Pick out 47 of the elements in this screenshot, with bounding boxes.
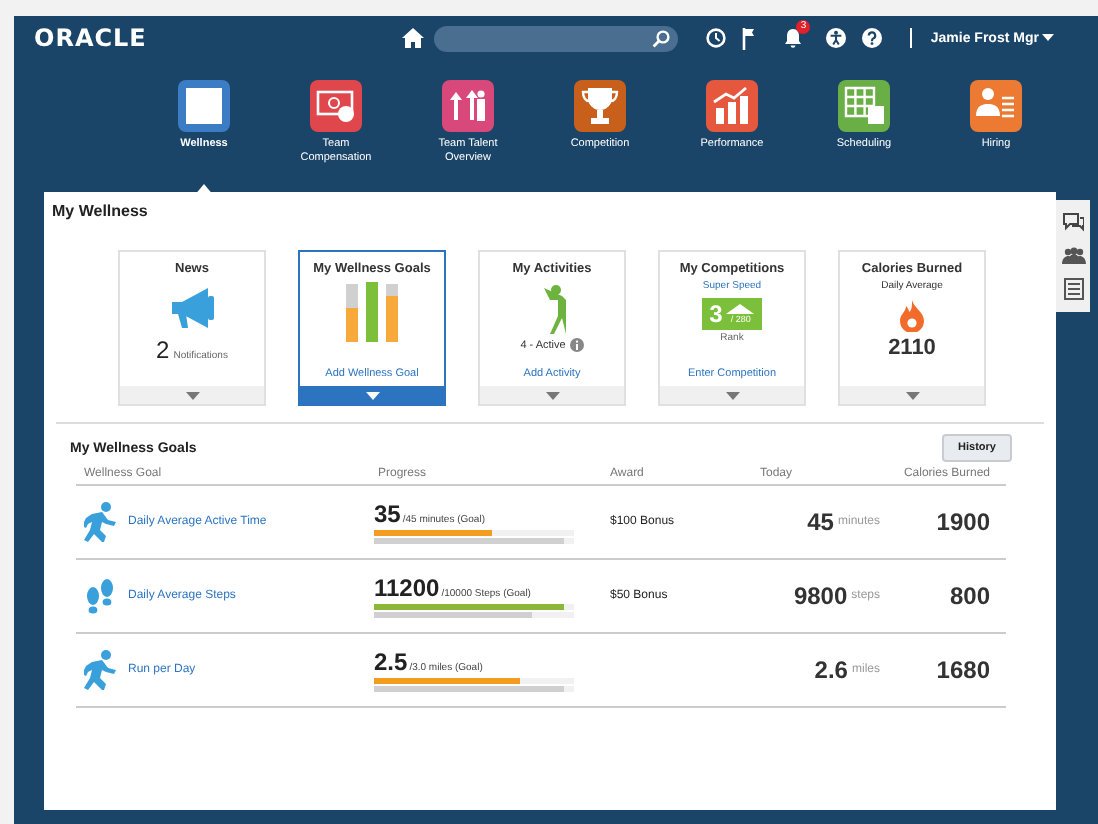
caret-icon <box>1042 34 1055 42</box>
help-icon[interactable] <box>862 28 883 48</box>
search-field[interactable] <box>434 25 679 51</box>
accessibility-icon[interactable] <box>826 28 847 48</box>
calories-value: 1680 <box>936 656 990 684</box>
rank-number: 3 <box>709 300 723 328</box>
app-tile-icon[interactable] <box>574 80 626 132</box>
chat-icon[interactable] <box>1062 211 1084 232</box>
progress-value: 11200 <box>374 574 440 602</box>
runner-icon <box>84 502 116 542</box>
people-icon[interactable] <box>1061 245 1085 264</box>
app-tile-icon[interactable] <box>970 80 1022 132</box>
section-title: My Wellness <box>50 202 150 220</box>
bar-chart-icon <box>344 282 400 342</box>
today-value: 45 <box>807 508 834 536</box>
app-tile-icon[interactable] <box>310 80 362 132</box>
today-value: 2.6 <box>814 656 848 684</box>
flame-icon <box>900 300 924 332</box>
app-tile-icon[interactable] <box>178 80 230 132</box>
clock-icon[interactable] <box>706 28 727 48</box>
caret-icon <box>905 391 919 399</box>
app-tile-icon[interactable] <box>838 80 890 132</box>
flag-icon[interactable] <box>742 27 757 49</box>
caret-icon <box>725 391 739 399</box>
up-arrow-icon <box>726 304 755 314</box>
oracle-logo: ORACLE <box>34 24 147 52</box>
calories-value: 2110 <box>888 336 936 360</box>
megaphone-icon <box>166 284 218 332</box>
progress-value: 2.5 <box>374 648 408 676</box>
bell-icon[interactable] <box>784 28 803 48</box>
search-icon <box>652 29 671 47</box>
exercise-figure-icon <box>538 284 566 336</box>
caret-icon <box>185 391 199 399</box>
info-icon[interactable] <box>569 338 584 352</box>
notification-count: 2 <box>156 336 170 364</box>
today-value: 9800 <box>793 582 848 610</box>
progress-value: 35 <box>374 500 401 528</box>
runner-icon <box>84 650 116 690</box>
calories-value: 1900 <box>936 508 990 536</box>
caret-icon <box>365 391 379 399</box>
home-icon[interactable] <box>402 28 425 48</box>
app-tile-icon[interactable] <box>706 80 758 132</box>
footprints-icon <box>84 578 116 614</box>
app-tile-icon[interactable] <box>442 80 494 132</box>
calories-value: 800 <box>949 582 990 610</box>
caret-icon <box>545 391 559 399</box>
contact-card-icon[interactable] <box>1063 278 1083 301</box>
